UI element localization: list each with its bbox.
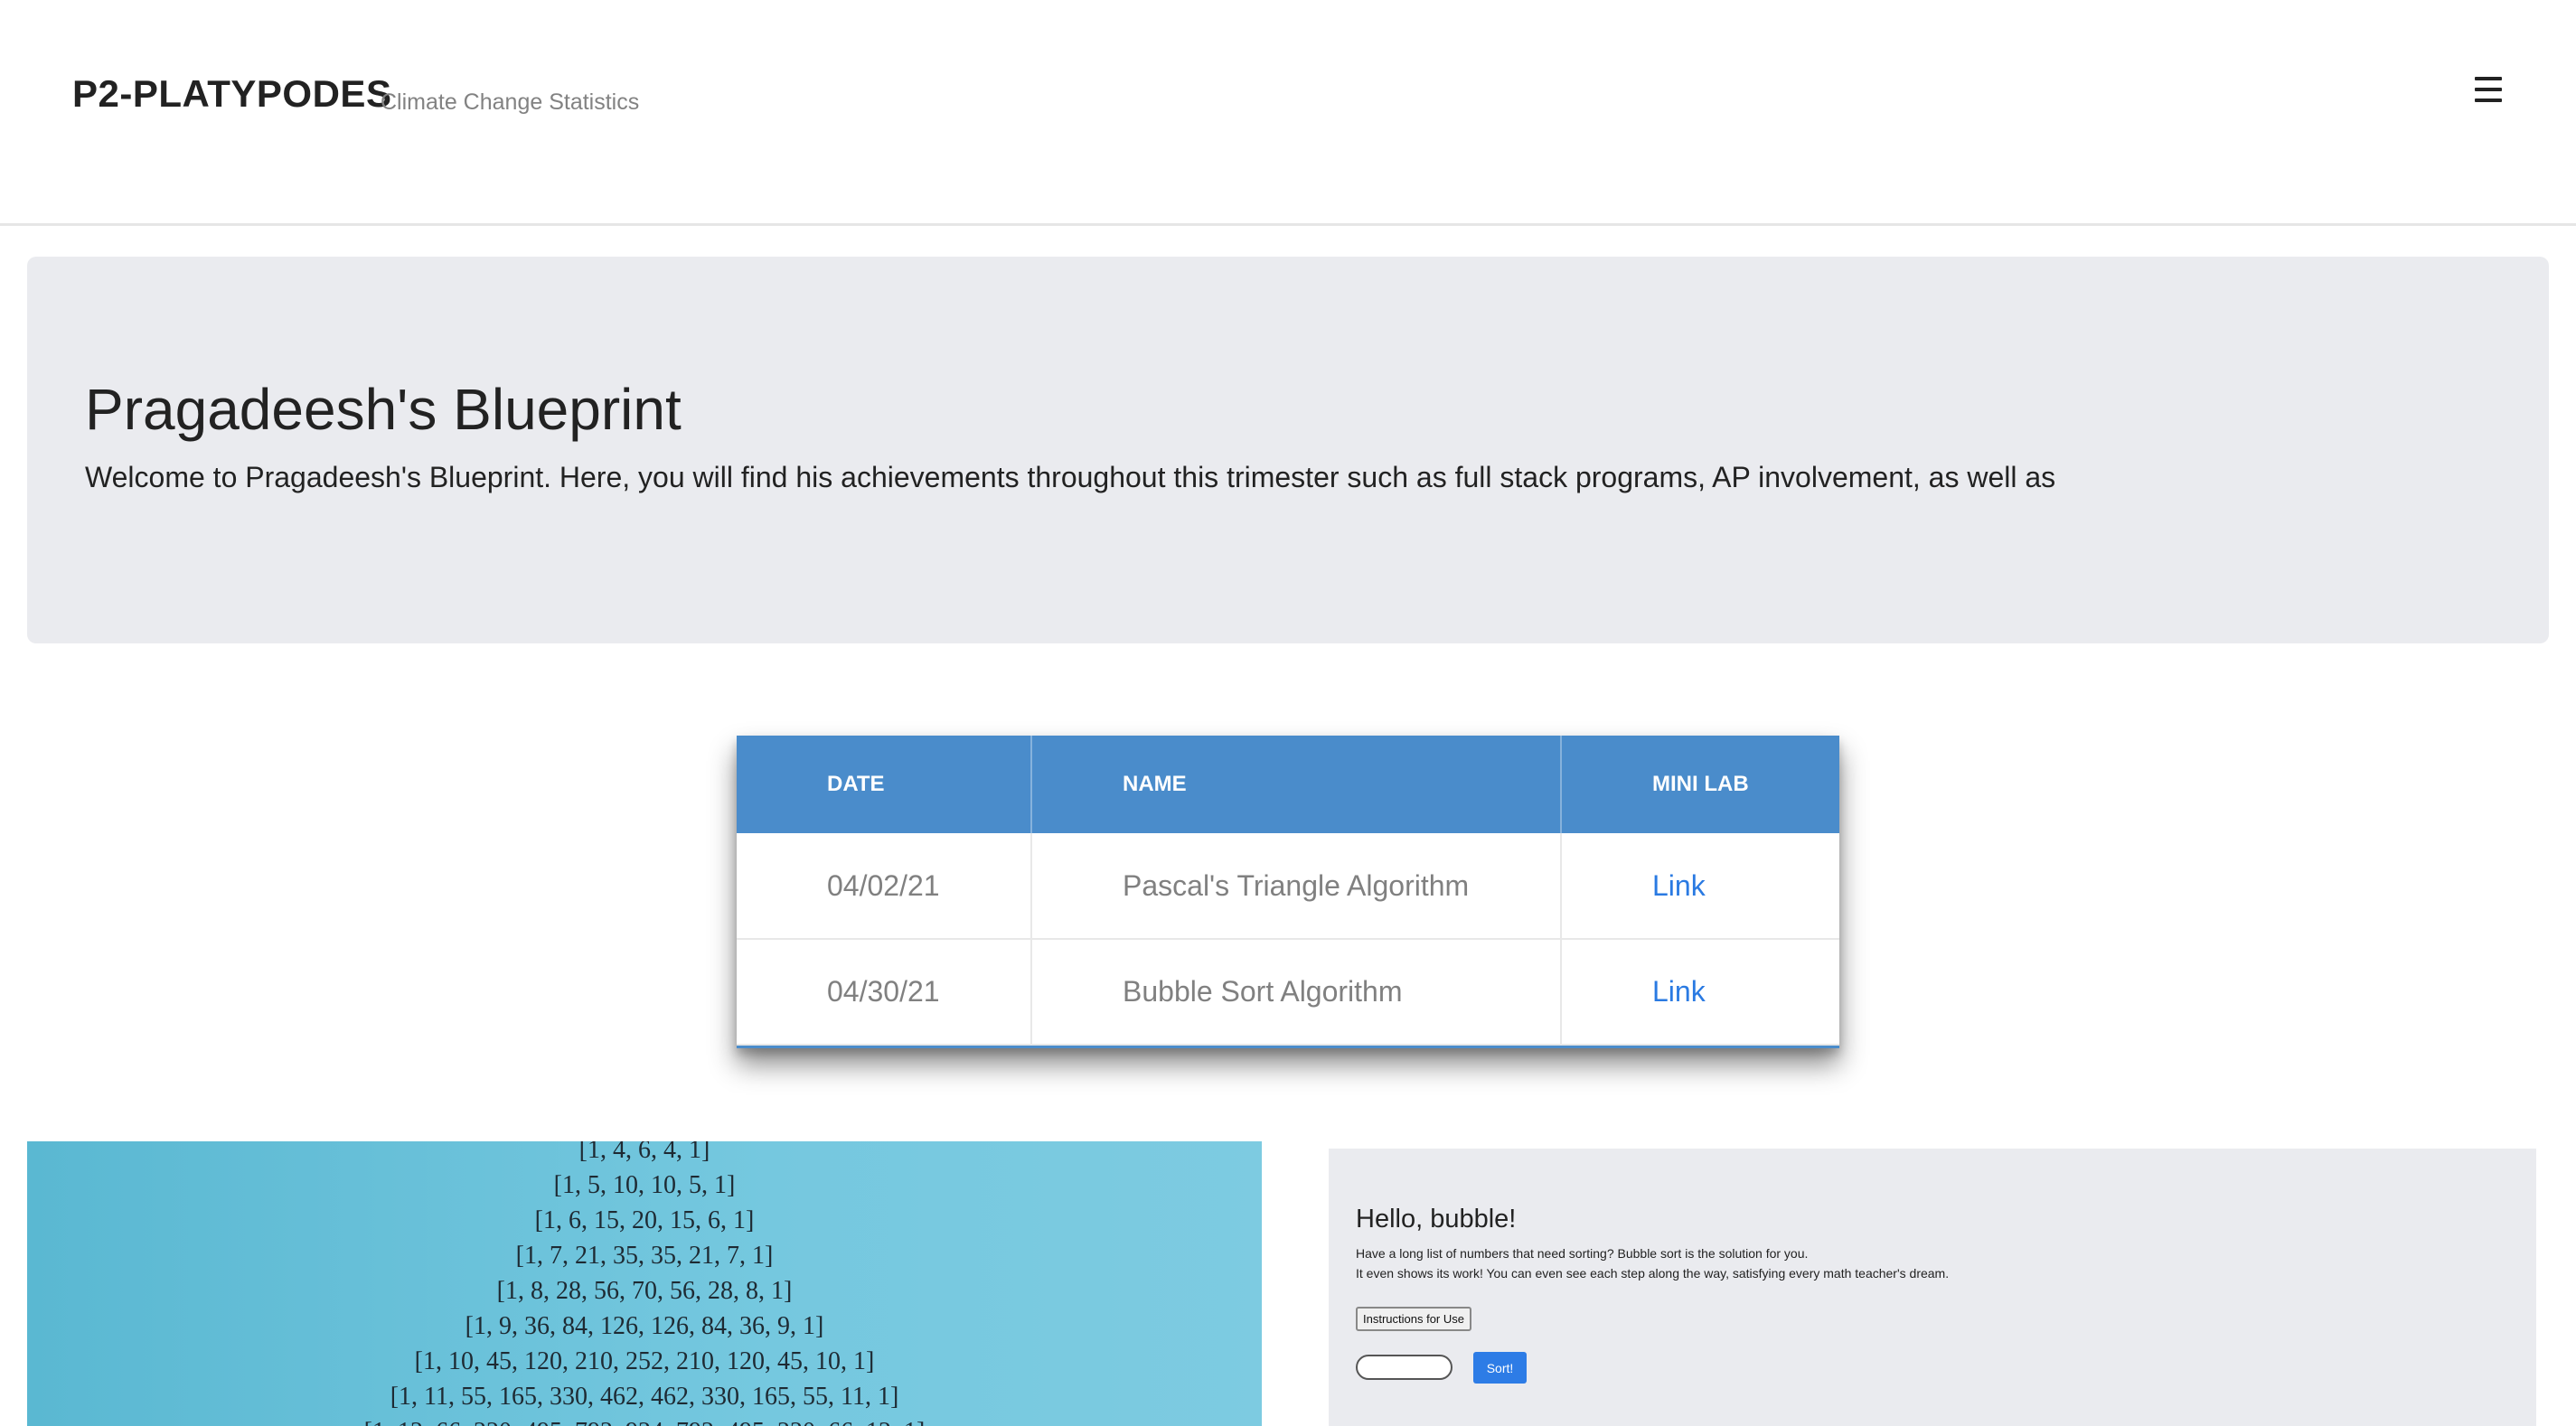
pascal-row: [1, 11, 55, 165, 330, 462, 462, 330, 165… [390,1383,899,1411]
pascal-rows: [1, 4, 6, 4, 1] [1, 5, 10, 10, 5, 1] [1,… [27,1141,1262,1426]
cell-link: Link [1561,939,1839,1046]
pascal-row: [1, 7, 21, 35, 35, 21, 7, 1] [515,1242,774,1270]
numbers-input[interactable] [1356,1355,1453,1380]
cell-date: 04/30/21 [737,939,1032,1046]
column-header-name: NAME [1031,736,1562,833]
pascal-row: [1, 6, 15, 20, 15, 6, 1] [534,1206,755,1234]
pascal-row: [1, 5, 10, 10, 5, 1] [553,1171,736,1199]
site-title[interactable]: P2-PLATYPODES [72,72,391,116]
column-header-date: DATE [737,736,1032,833]
pascal-row: [1, 10, 45, 120, 210, 252, 210, 120, 45,… [414,1347,875,1375]
hero-description: Welcome to Pragadeesh's Blueprint. Here,… [85,461,2056,493]
cell-name: Pascal's Triangle Algorithm [1031,833,1562,940]
cell-date: 04/02/21 [737,833,1032,940]
bubble-title: Hello, bubble! [1356,1205,1517,1234]
table-row: 04/02/21 Pascal's Triangle Algorithm Lin… [737,833,1839,940]
mini-lab-link[interactable]: Link [1652,869,1706,902]
instructions-button[interactable]: Instructions for Use [1356,1307,1471,1331]
page-title: Pragadeesh's Blueprint [85,377,682,442]
bubble-description-2: It even shows its work! You can even see… [1356,1266,1950,1281]
pascal-triangle-preview[interactable]: [1, 4, 6, 4, 1] [1, 5, 10, 10, 5, 1] [1,… [27,1141,1262,1426]
hero-banner: Pragadeesh's Blueprint Welcome to Pragad… [27,257,2549,643]
cell-name: Bubble Sort Algorithm [1031,939,1562,1046]
mini-lab-link[interactable]: Link [1652,975,1706,1008]
column-header-mini-lab: MINI LAB [1561,736,1839,833]
pascal-row: [1, 4, 6, 4, 1] [578,1141,710,1164]
table-header-row: DATE NAME MINI LAB [737,736,1839,833]
site-header: P2-PLATYPODES Climate Change Statistics [0,0,2576,226]
site-description: Climate Change Statistics [381,89,640,115]
bubble-sort-preview[interactable]: Hello, bubble! Have a long list of numbe… [1329,1149,2536,1426]
pascal-row: [1, 9, 36, 84, 126, 126, 84, 36, 9, 1] [465,1312,824,1340]
mini-lab-table: DATE NAME MINI LAB 04/02/21 Pascal's Tri… [737,736,1839,1048]
bubble-description-1: Have a long list of numbers that need so… [1356,1246,1809,1261]
pascal-row: [1, 12, 66, 220, 495, 792, 924, 792, 495… [27,1414,1262,1426]
table-row: 04/30/21 Bubble Sort Algorithm Link [737,939,1839,1046]
sort-button[interactable]: Sort! [1473,1352,1527,1384]
pascal-row: [1, 8, 28, 56, 70, 56, 28, 8, 1] [496,1277,793,1305]
cell-link: Link [1561,833,1839,940]
hamburger-menu-icon[interactable] [2473,74,2504,105]
